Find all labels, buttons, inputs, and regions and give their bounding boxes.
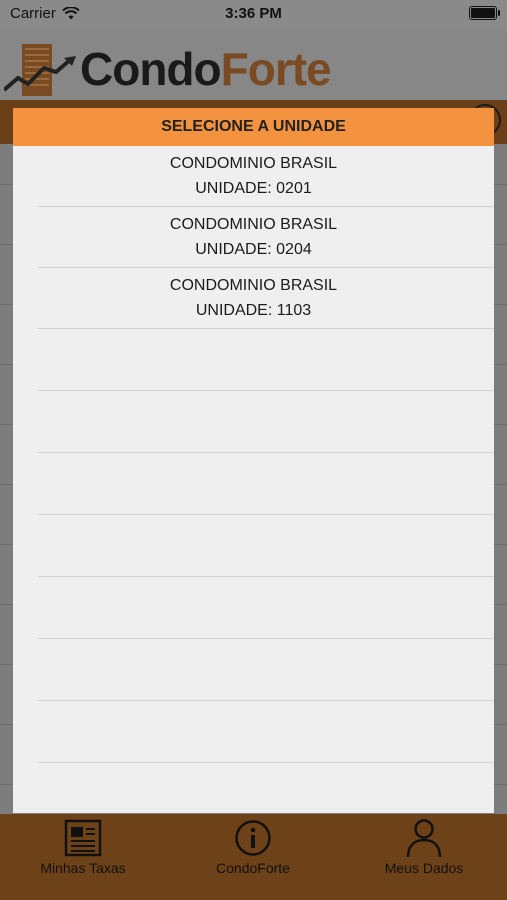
empty-list-row bbox=[38, 701, 494, 763]
empty-list-row bbox=[38, 453, 494, 515]
unit-number: UNIDADE: 1103 bbox=[195, 302, 312, 319]
select-unit-modal: SELECIONE A UNIDADE CONDOMINIO BRASIL UN… bbox=[13, 108, 494, 813]
battery-icon bbox=[469, 6, 500, 20]
tab-label: CondoForte bbox=[216, 860, 290, 876]
tab-label: Minhas Taxas bbox=[40, 860, 126, 876]
modal-title: SELECIONE A UNIDADE bbox=[13, 108, 494, 146]
building-chart-logo-icon bbox=[4, 44, 76, 96]
empty-list-row bbox=[38, 763, 494, 813]
unit-list-item[interactable]: CONDOMINIO BRASIL UNIDADE: 0201 bbox=[38, 146, 494, 207]
condominium-name: CONDOMINIO BRASIL bbox=[169, 155, 338, 172]
battery-fill bbox=[471, 8, 495, 18]
condominium-name: CONDOMINIO BRASIL bbox=[169, 277, 338, 294]
logo-text-condo: Condo bbox=[80, 43, 222, 95]
tab-bar: Minhas Taxas CondoForte Meus Dados bbox=[0, 814, 507, 900]
info-icon bbox=[235, 820, 271, 856]
unit-number: UNIDADE: 0204 bbox=[195, 241, 312, 258]
empty-list-row bbox=[38, 577, 494, 639]
status-bar: Carrier 3:36 PM bbox=[0, 0, 507, 28]
app-header: CondoForte bbox=[0, 28, 507, 100]
clock: 3:36 PM bbox=[225, 5, 282, 22]
logo-text-forte: Forte bbox=[220, 43, 332, 95]
condoforte-logo: CondoForte bbox=[4, 38, 344, 98]
person-icon bbox=[406, 819, 442, 858]
empty-list-row bbox=[38, 391, 494, 453]
condominium-name: CONDOMINIO BRASIL bbox=[169, 216, 338, 233]
empty-list-row bbox=[38, 639, 494, 701]
unit-list-item[interactable]: CONDOMINIO BRASIL UNIDADE: 1103 bbox=[38, 268, 494, 329]
tab-label: Meus Dados bbox=[384, 860, 464, 876]
empty-list-row bbox=[38, 515, 494, 577]
empty-list-row bbox=[38, 329, 494, 391]
unit-list-item[interactable]: CONDOMINIO BRASIL UNIDADE: 0204 bbox=[38, 207, 494, 268]
logo-wordmark: CondoForte bbox=[80, 42, 332, 96]
unit-number: UNIDADE: 0201 bbox=[195, 180, 312, 197]
tab-minhas-taxas[interactable]: Minhas Taxas bbox=[13, 818, 153, 876]
document-icon bbox=[64, 819, 102, 857]
tab-condoforte[interactable]: CondoForte bbox=[183, 818, 323, 876]
tab-meus-dados[interactable]: Meus Dados bbox=[354, 818, 494, 876]
